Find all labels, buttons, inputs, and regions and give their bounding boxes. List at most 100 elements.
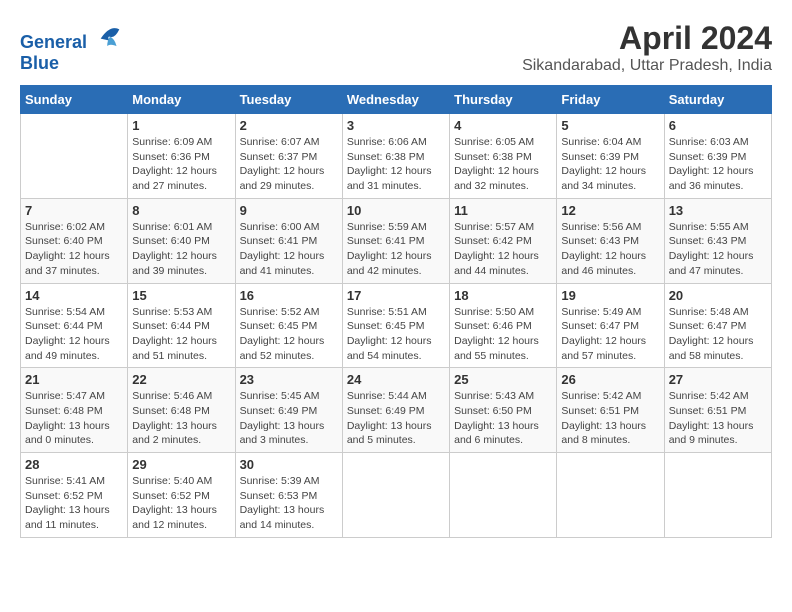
day-number: 23 [240, 372, 338, 387]
day-number: 20 [669, 288, 767, 303]
day-number: 17 [347, 288, 445, 303]
day-info: Sunrise: 5:42 AM Sunset: 6:51 PM Dayligh… [669, 389, 767, 448]
calendar-cell: 10Sunrise: 5:59 AM Sunset: 6:41 PM Dayli… [342, 198, 449, 283]
calendar-cell: 24 Sunrise: 5:44 AM Sunset: 6:49 PM Dayli… [342, 368, 449, 453]
calendar-cell [450, 453, 557, 538]
calendar-cell: 8Sunrise: 6:01 AM Sunset: 6:40 PM Daylig… [128, 198, 235, 283]
day-number: 15 [132, 288, 230, 303]
calendar-week-1: 1Sunrise: 6:09 AM Sunset: 6:36 PM Daylig… [21, 114, 772, 199]
weekday-header-sunday: Sunday [21, 86, 128, 114]
logo-blue: Blue [20, 53, 124, 74]
calendar-week-2: 7Sunrise: 6:02 AM Sunset: 6:40 PM Daylig… [21, 198, 772, 283]
calendar-cell: 14 Sunrise: 5:54 AM Sunset: 6:44 PM Dayli… [21, 283, 128, 368]
month-title: April 2024 [522, 20, 772, 57]
calendar-cell: 23 Sunrise: 5:45 AM Sunset: 6:49 PM Dayli… [235, 368, 342, 453]
day-info: Sunrise: 5:52 AM Sunset: 6:45 PM Dayligh… [240, 305, 338, 364]
logo-general: General [20, 32, 87, 52]
calendar-cell: 2 Sunrise: 6:07 AM Sunset: 6:37 PM Daylig… [235, 114, 342, 199]
day-info: Sunrise: 5:50 AM Sunset: 6:46 PM Dayligh… [454, 305, 552, 364]
day-info: Sunrise: 5:57 AM Sunset: 6:42 PM Dayligh… [454, 220, 552, 279]
calendar-cell: 22 Sunrise: 5:46 AM Sunset: 6:48 PM Dayli… [128, 368, 235, 453]
day-info: Sunrise: 6:02 AM Sunset: 6:40 PM Dayligh… [25, 220, 123, 279]
day-info: Sunrise: 5:42 AM Sunset: 6:51 PM Dayligh… [561, 389, 659, 448]
calendar-cell [21, 114, 128, 199]
day-number: 6 [669, 118, 767, 133]
calendar-cell: 7Sunrise: 6:02 AM Sunset: 6:40 PM Daylig… [21, 198, 128, 283]
calendar-cell: 4 Sunrise: 6:05 AM Sunset: 6:38 PM Daylig… [450, 114, 557, 199]
day-info: Sunrise: 6:09 AM Sunset: 6:36 PM Dayligh… [132, 135, 230, 194]
calendar-cell: 1Sunrise: 6:09 AM Sunset: 6:36 PM Daylig… [128, 114, 235, 199]
day-number: 22 [132, 372, 230, 387]
day-info: Sunrise: 5:54 AM Sunset: 6:44 PM Dayligh… [25, 305, 123, 364]
day-number: 12 [561, 203, 659, 218]
day-number: 9 [240, 203, 338, 218]
day-info: Sunrise: 5:59 AM Sunset: 6:41 PM Dayligh… [347, 220, 445, 279]
day-number: 11 [454, 203, 552, 218]
day-info: Sunrise: 5:56 AM Sunset: 6:43 PM Dayligh… [561, 220, 659, 279]
calendar-cell: 11 Sunrise: 5:57 AM Sunset: 6:42 PM Dayli… [450, 198, 557, 283]
day-info: Sunrise: 5:41 AM Sunset: 6:52 PM Dayligh… [25, 474, 123, 533]
day-number: 3 [347, 118, 445, 133]
day-info: Sunrise: 5:46 AM Sunset: 6:48 PM Dayligh… [132, 389, 230, 448]
calendar-cell: 27Sunrise: 5:42 AM Sunset: 6:51 PM Dayli… [664, 368, 771, 453]
day-number: 5 [561, 118, 659, 133]
day-info: Sunrise: 5:49 AM Sunset: 6:47 PM Dayligh… [561, 305, 659, 364]
weekday-header-thursday: Thursday [450, 86, 557, 114]
calendar-cell: 20Sunrise: 5:48 AM Sunset: 6:47 PM Dayli… [664, 283, 771, 368]
calendar-cell: 19 Sunrise: 5:49 AM Sunset: 6:47 PM Dayli… [557, 283, 664, 368]
day-info: Sunrise: 5:47 AM Sunset: 6:48 PM Dayligh… [25, 389, 123, 448]
weekday-header-wednesday: Wednesday [342, 86, 449, 114]
day-info: Sunrise: 5:40 AM Sunset: 6:52 PM Dayligh… [132, 474, 230, 533]
location-title: Sikandarabad, Uttar Pradesh, India [522, 57, 772, 75]
calendar-cell: 30Sunrise: 5:39 AM Sunset: 6:53 PM Dayli… [235, 453, 342, 538]
day-info: Sunrise: 5:53 AM Sunset: 6:44 PM Dayligh… [132, 305, 230, 364]
day-number: 28 [25, 457, 123, 472]
day-number: 4 [454, 118, 552, 133]
calendar-cell [557, 453, 664, 538]
day-info: Sunrise: 5:51 AM Sunset: 6:45 PM Dayligh… [347, 305, 445, 364]
day-info: Sunrise: 6:04 AM Sunset: 6:39 PM Dayligh… [561, 135, 659, 194]
calendar-cell: 21Sunrise: 5:47 AM Sunset: 6:48 PM Dayli… [21, 368, 128, 453]
calendar-table: SundayMondayTuesdayWednesdayThursdayFrid… [20, 85, 772, 538]
calendar-cell: 25 Sunrise: 5:43 AM Sunset: 6:50 PM Dayli… [450, 368, 557, 453]
day-info: Sunrise: 5:45 AM Sunset: 6:49 PM Dayligh… [240, 389, 338, 448]
day-number: 14 [25, 288, 123, 303]
calendar-cell: 29 Sunrise: 5:40 AM Sunset: 6:52 PM Dayli… [128, 453, 235, 538]
day-info: Sunrise: 6:05 AM Sunset: 6:38 PM Dayligh… [454, 135, 552, 194]
calendar-cell: 18 Sunrise: 5:50 AM Sunset: 6:46 PM Dayli… [450, 283, 557, 368]
day-number: 16 [240, 288, 338, 303]
calendar-cell: 26 Sunrise: 5:42 AM Sunset: 6:51 PM Dayli… [557, 368, 664, 453]
calendar-cell: 28 Sunrise: 5:41 AM Sunset: 6:52 PM Dayli… [21, 453, 128, 538]
calendar-cell: 17 Sunrise: 5:51 AM Sunset: 6:45 PM Dayli… [342, 283, 449, 368]
logo-text: General [20, 20, 124, 53]
weekday-header-friday: Friday [557, 86, 664, 114]
day-number: 24 [347, 372, 445, 387]
day-number: 18 [454, 288, 552, 303]
day-info: Sunrise: 5:43 AM Sunset: 6:50 PM Dayligh… [454, 389, 552, 448]
title-section: April 2024 Sikandarabad, Uttar Pradesh, … [522, 20, 772, 75]
weekday-header-saturday: Saturday [664, 86, 771, 114]
calendar-cell: 15 Sunrise: 5:53 AM Sunset: 6:44 PM Dayli… [128, 283, 235, 368]
day-info: Sunrise: 6:01 AM Sunset: 6:40 PM Dayligh… [132, 220, 230, 279]
day-number: 30 [240, 457, 338, 472]
page-header: General Blue April 2024 Sikandarabad, Ut… [20, 20, 772, 75]
day-info: Sunrise: 5:44 AM Sunset: 6:49 PM Dayligh… [347, 389, 445, 448]
day-number: 2 [240, 118, 338, 133]
day-info: Sunrise: 6:06 AM Sunset: 6:38 PM Dayligh… [347, 135, 445, 194]
calendar-cell: 3 Sunrise: 6:06 AM Sunset: 6:38 PM Daylig… [342, 114, 449, 199]
weekday-header-monday: Monday [128, 86, 235, 114]
day-info: Sunrise: 6:00 AM Sunset: 6:41 PM Dayligh… [240, 220, 338, 279]
weekday-header-row: SundayMondayTuesdayWednesdayThursdayFrid… [21, 86, 772, 114]
day-number: 29 [132, 457, 230, 472]
day-info: Sunrise: 6:07 AM Sunset: 6:37 PM Dayligh… [240, 135, 338, 194]
day-number: 19 [561, 288, 659, 303]
calendar-week-3: 14 Sunrise: 5:54 AM Sunset: 6:44 PM Dayli… [21, 283, 772, 368]
calendar-cell [342, 453, 449, 538]
calendar-cell [664, 453, 771, 538]
day-number: 25 [454, 372, 552, 387]
calendar-cell: 16 Sunrise: 5:52 AM Sunset: 6:45 PM Dayli… [235, 283, 342, 368]
calendar-cell: 12 Sunrise: 5:56 AM Sunset: 6:43 PM Dayli… [557, 198, 664, 283]
calendar-cell: 5 Sunrise: 6:04 AM Sunset: 6:39 PM Daylig… [557, 114, 664, 199]
day-info: Sunrise: 5:55 AM Sunset: 6:43 PM Dayligh… [669, 220, 767, 279]
day-number: 26 [561, 372, 659, 387]
